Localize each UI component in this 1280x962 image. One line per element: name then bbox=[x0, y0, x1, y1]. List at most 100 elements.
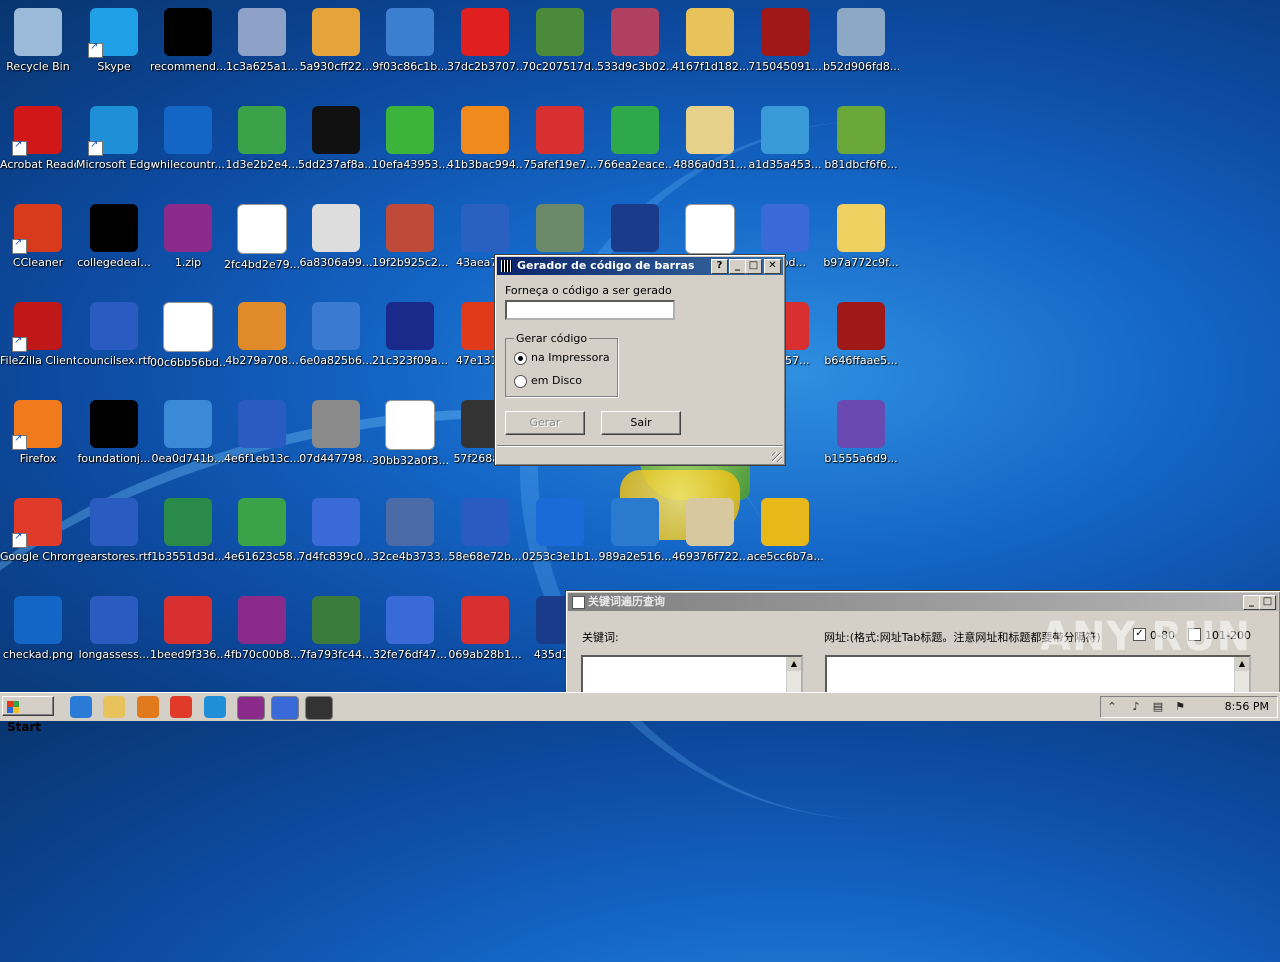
scrollbar[interactable]: ▲ bbox=[786, 657, 801, 697]
generate-button[interactable]: Gerar bbox=[505, 411, 585, 435]
desktop-icon[interactable]: 10efa43953... bbox=[372, 100, 448, 196]
radio-printer[interactable] bbox=[514, 352, 527, 365]
desktop-icon[interactable]: b97a772c9f... bbox=[823, 198, 899, 294]
desktop-icon[interactable]: gearstores.rtf bbox=[76, 492, 152, 588]
clock[interactable]: 8:56 PM bbox=[1225, 700, 1269, 713]
scrollbar[interactable]: ▲ bbox=[1234, 657, 1249, 697]
radio-disk-label[interactable]: em Disco bbox=[531, 374, 582, 387]
desktop-icon[interactable]: 4b279a708... bbox=[224, 296, 300, 392]
desktop-icon[interactable]: 37dc2b3707... bbox=[447, 2, 523, 98]
desktop-icon[interactable]: 069ab28b1... bbox=[447, 590, 523, 686]
desktop-icon[interactable]: 0ea0d741b... bbox=[150, 394, 226, 490]
minimize-button[interactable]: _ bbox=[1243, 595, 1260, 610]
desktop-icon[interactable]: 715045091... bbox=[747, 2, 823, 98]
close-button[interactable]: ✕ bbox=[764, 259, 781, 274]
ie-icon[interactable] bbox=[70, 696, 92, 718]
network-icon[interactable]: ▤ bbox=[1151, 700, 1165, 714]
start-button[interactable]: Start bbox=[2, 696, 54, 734]
maximize-button[interactable]: □ bbox=[1259, 595, 1276, 610]
desktop-icon[interactable]: Acrobat Reader DC bbox=[0, 100, 76, 196]
desktop-icon[interactable]: 1.zip bbox=[150, 198, 226, 294]
desktop-icon[interactable]: 989a2e516... bbox=[597, 492, 673, 588]
desktop-icon-label: 0ea0d741b... bbox=[151, 452, 225, 465]
desktop-icon[interactable]: CCleaner bbox=[0, 198, 76, 294]
scroll-up-icon[interactable]: ▲ bbox=[787, 657, 801, 671]
desktop-icon[interactable]: 1beed9f336... bbox=[150, 590, 226, 686]
desktop-icon[interactable]: 4fb70c00b8... bbox=[224, 590, 300, 686]
desktop-icon[interactable]: Firefox bbox=[0, 394, 76, 490]
skull-icon bbox=[686, 498, 734, 546]
desktop-icon-label: 1beed9f336... bbox=[150, 648, 226, 661]
minimize-button[interactable]: _ bbox=[729, 259, 746, 274]
desktop-icon[interactable]: 00c6bb56bd... bbox=[150, 296, 226, 392]
desktop-icon[interactable]: 4167f1d182... bbox=[672, 2, 748, 98]
desktop-icon[interactable]: 30bb32a0f3... bbox=[372, 394, 448, 490]
query-titlebar[interactable]: 关键词遍历查询 _ □ bbox=[568, 593, 1278, 611]
desktop-icon[interactable]: collegedeal... bbox=[76, 198, 152, 294]
desktop-icon[interactable]: Google Chrome bbox=[0, 492, 76, 588]
code-input[interactable] bbox=[505, 300, 675, 320]
radio-printer-label[interactable]: na Impressora bbox=[531, 351, 610, 364]
desktop-icon[interactable]: a1d35a453... bbox=[747, 100, 823, 196]
exit-button[interactable]: Sair bbox=[601, 411, 681, 435]
dialog-titlebar[interactable]: Gerador de código de barras ? _ □ ✕ bbox=[497, 257, 783, 275]
winrar-task-icon[interactable] bbox=[237, 696, 265, 720]
desktop-icon[interactable]: 6e0a825b6... bbox=[298, 296, 374, 392]
desktop-icon[interactable]: 766ea2eace... bbox=[597, 100, 673, 196]
desktop-icon[interactable]: 41b3bac994... bbox=[447, 100, 523, 196]
desktop-icon[interactable]: 6a8306a99... bbox=[298, 198, 374, 294]
desktop-icon[interactable]: 5a930cff22... bbox=[298, 2, 374, 98]
desktop-icon[interactable]: foundationj... bbox=[76, 394, 152, 490]
desktop-icon[interactable]: councilsex.rtf bbox=[76, 296, 152, 392]
desktop-icon[interactable]: 2fc4bd2e79... bbox=[224, 198, 300, 294]
desktop-icon[interactable]: 32fe76df47... bbox=[372, 590, 448, 686]
desktop-icon[interactable]: 4886a0d31... bbox=[672, 100, 748, 196]
desktop-icon[interactable]: whilecountr... bbox=[150, 100, 226, 196]
maximize-button[interactable]: □ bbox=[745, 259, 762, 274]
desktop-icon[interactable]: b646ffaae5... bbox=[823, 296, 899, 392]
help-button[interactable]: ? bbox=[711, 259, 728, 274]
desktop-icon[interactable]: 469376f722... bbox=[672, 492, 748, 588]
flag-icon[interactable]: ⚑ bbox=[1173, 700, 1187, 714]
desktop-icon[interactable]: longassess... bbox=[76, 590, 152, 686]
desktop-icon[interactable]: 1c3a625a1... bbox=[224, 2, 300, 98]
desktop-icon[interactable]: b52d906fd8... bbox=[823, 2, 899, 98]
barcode-task-icon[interactable] bbox=[305, 696, 333, 720]
desktop-icon[interactable]: b81dbcf6f6... bbox=[823, 100, 899, 196]
media-player-icon[interactable] bbox=[137, 696, 159, 718]
desktop-icon[interactable]: 7fa793fc44... bbox=[298, 590, 374, 686]
desktop-icon[interactable]: b1555a6d9... bbox=[823, 394, 899, 490]
desktop-icon[interactable]: Skype bbox=[76, 2, 152, 98]
explorer-folder-icon[interactable] bbox=[103, 696, 125, 718]
desktop-icon[interactable]: 7d4fc839c0... bbox=[298, 492, 374, 588]
desktop-icon[interactable]: Microsoft Edge bbox=[76, 100, 152, 196]
edge-icon[interactable] bbox=[204, 696, 226, 718]
desktop-icon[interactable]: 0253c3e1b1... bbox=[522, 492, 598, 588]
desktop-icon[interactable]: 19f2b925c2... bbox=[372, 198, 448, 294]
desktop-icon[interactable]: 58e68e72b... bbox=[447, 492, 523, 588]
desktop-icon[interactable]: 32ce4b3733... bbox=[372, 492, 448, 588]
resize-grip-icon[interactable] bbox=[772, 452, 782, 462]
desktop-icon[interactable]: 4e61623c58... bbox=[224, 492, 300, 588]
desktop-icon[interactable]: ace5cc6b7a... bbox=[747, 492, 823, 588]
desktop-icon[interactable]: 4e6f1eb13c... bbox=[224, 394, 300, 490]
desktop-icon[interactable]: 1b3551d3d... bbox=[150, 492, 226, 588]
radio-disk[interactable] bbox=[514, 375, 527, 388]
desktop-icon[interactable]: checkad.png bbox=[0, 590, 76, 686]
desktop-icon[interactable]: 5dd237af8a... bbox=[298, 100, 374, 196]
desktop-icon[interactable]: Recycle Bin bbox=[0, 2, 76, 98]
desktop-icon[interactable]: 70c207517d... bbox=[522, 2, 598, 98]
blank-image-icon bbox=[14, 596, 62, 644]
desktop-icon[interactable]: recommend... bbox=[150, 2, 226, 98]
desktop-icon[interactable]: 9f03c86c1b... bbox=[372, 2, 448, 98]
chevron-up-icon[interactable]: ⌃ bbox=[1105, 700, 1119, 714]
setup-task-icon[interactable] bbox=[271, 696, 299, 720]
desktop-icon[interactable]: FileZilla Client bbox=[0, 296, 76, 392]
desktop-icon[interactable]: 07d447798... bbox=[298, 394, 374, 490]
desktop-icon[interactable]: 21c323f09a... bbox=[372, 296, 448, 392]
desktop-icon[interactable]: 1d3e2b2e4... bbox=[224, 100, 300, 196]
desktop-icon[interactable]: 533d9c3b02... bbox=[597, 2, 673, 98]
speaker-icon[interactable]: ♪ bbox=[1129, 700, 1143, 714]
chrome-icon[interactable] bbox=[170, 696, 192, 718]
desktop-icon[interactable]: 75afef19e7... bbox=[522, 100, 598, 196]
